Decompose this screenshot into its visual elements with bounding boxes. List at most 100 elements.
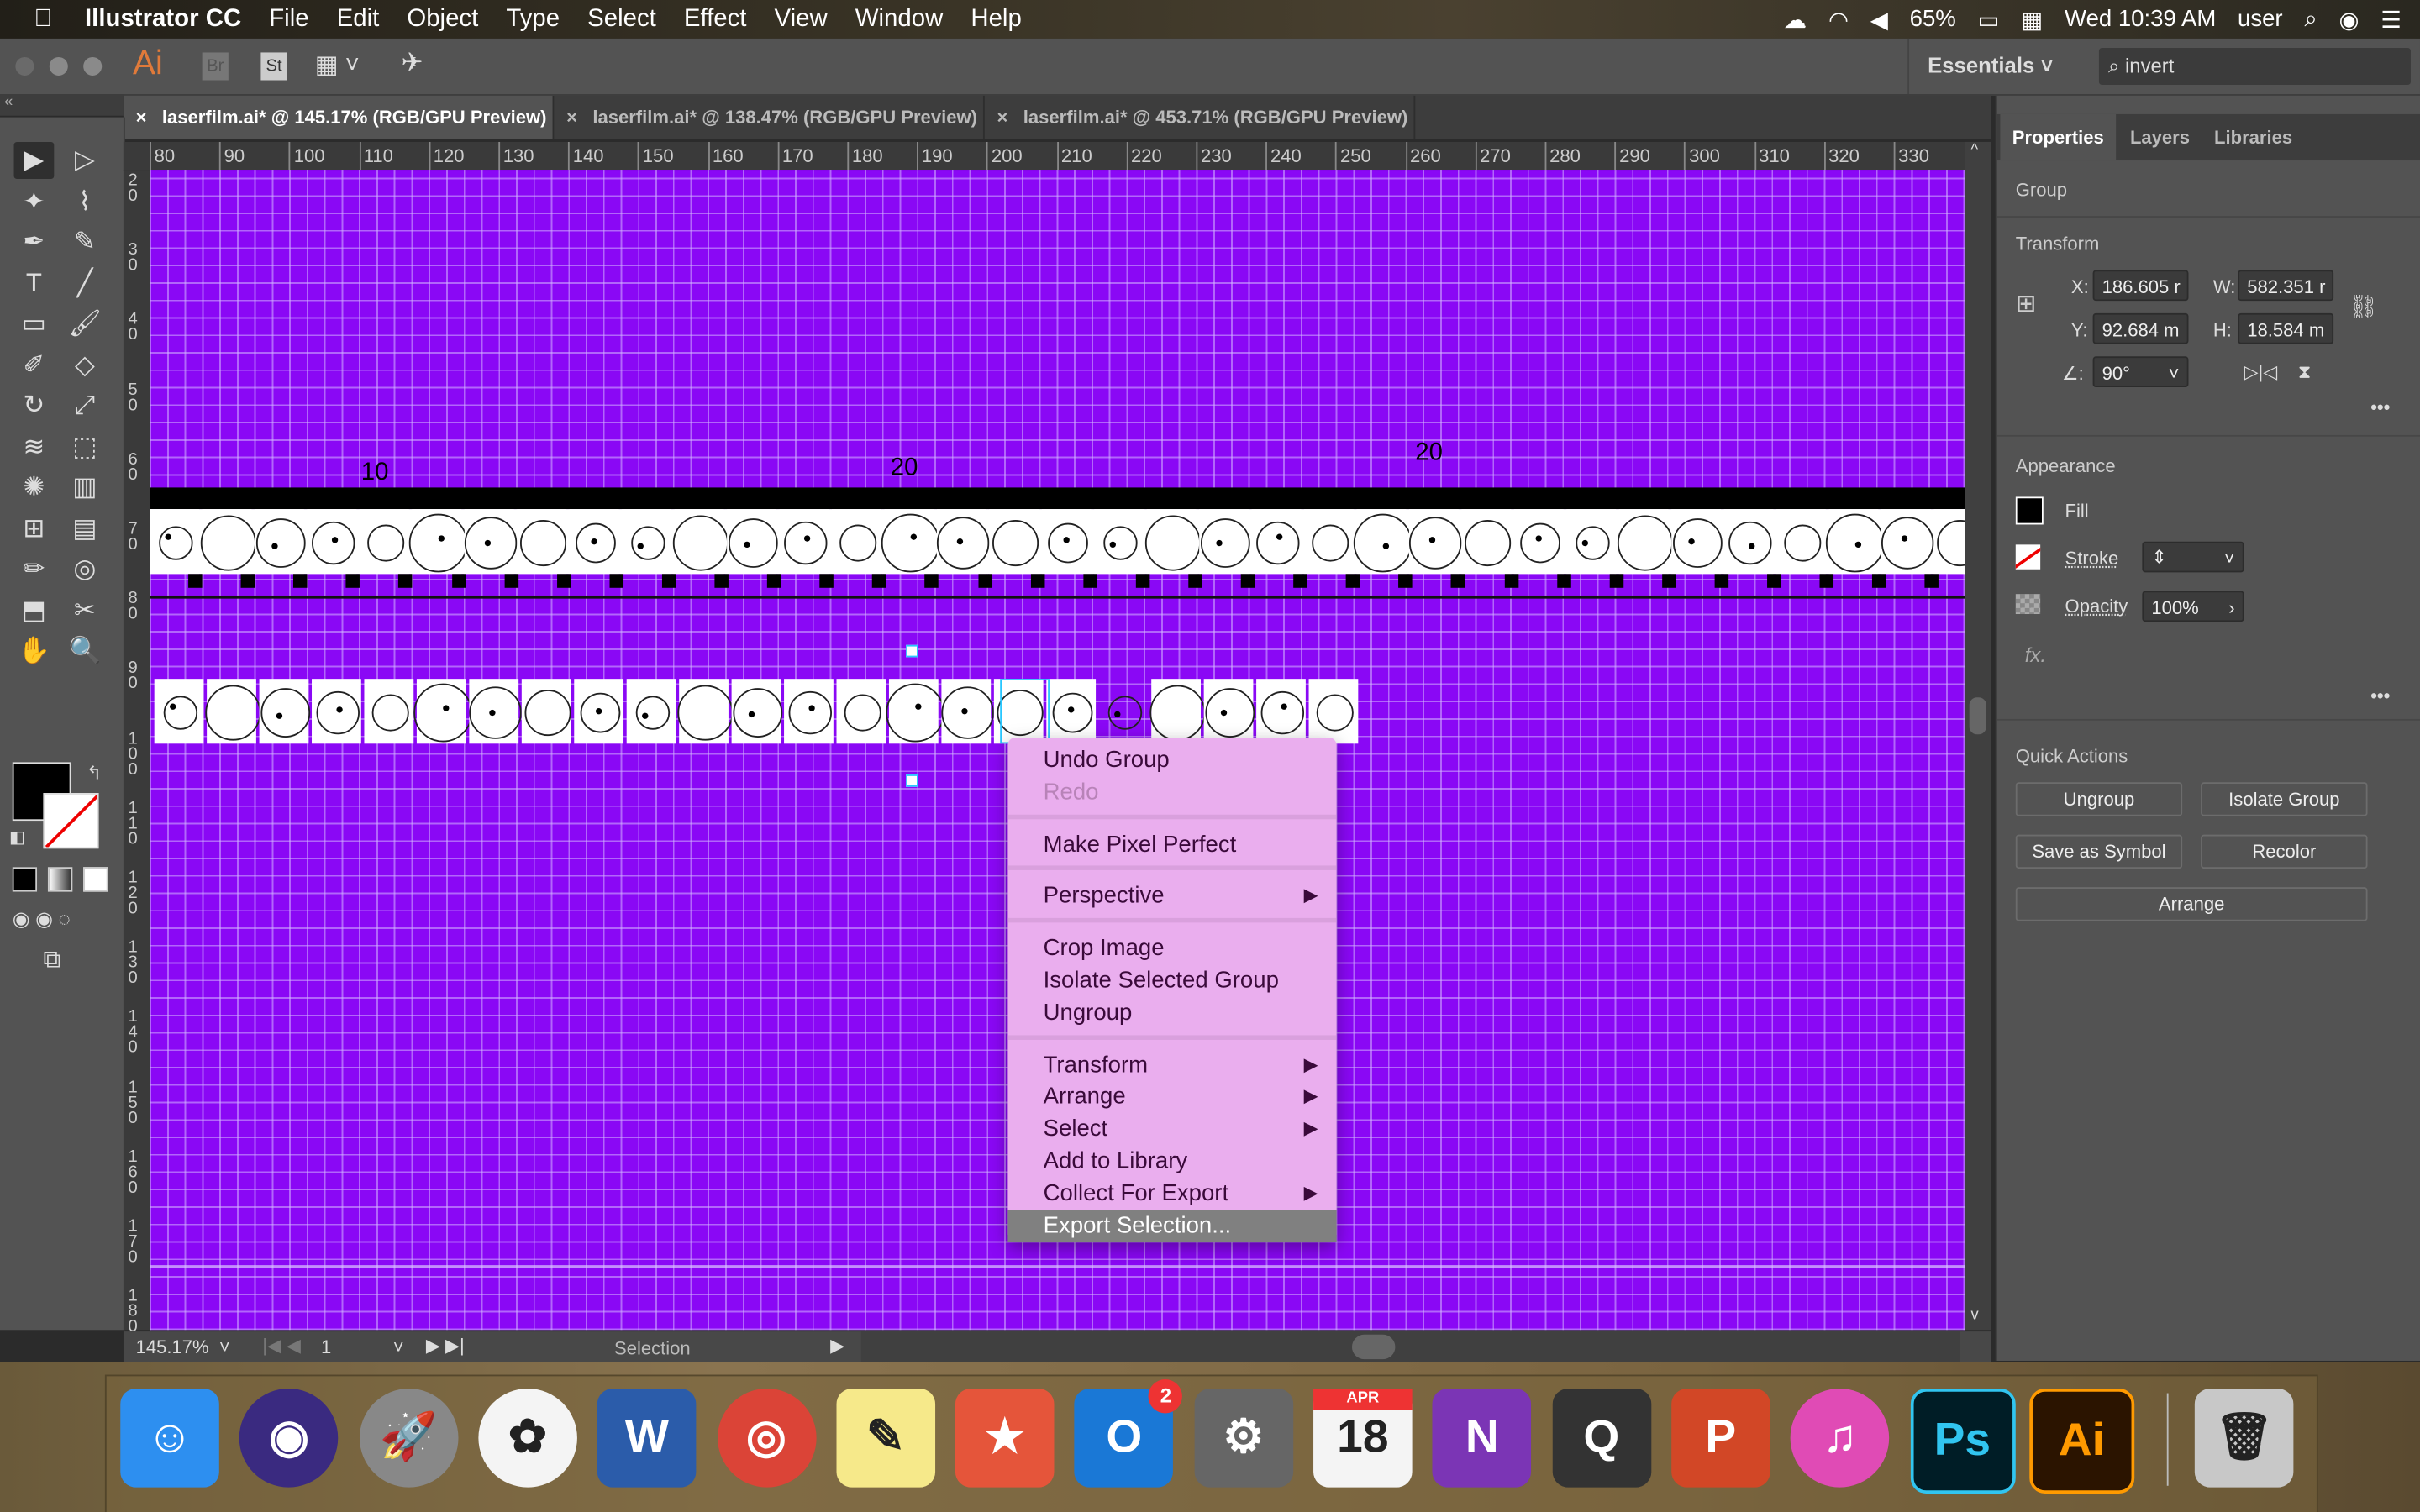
fill-color-swatch[interactable] [2015,496,2044,525]
selection-bounding-box[interactable] [1000,679,1050,744]
film-frame[interactable] [259,679,311,744]
film-frame[interactable] [1933,509,1965,575]
dock-finder-icon[interactable]: ☺ [120,1389,219,1488]
menu-item-arrange[interactable]: Arrange ▶ [1007,1080,1336,1113]
scroll-up-icon[interactable]: ^ [1971,142,1979,159]
width-field[interactable]: 582.351 r [2238,270,2334,302]
dock-stickies-icon[interactable]: ✎ [836,1389,935,1488]
battery-percent[interactable]: 65% [1910,6,1956,32]
film-frame[interactable] [831,509,881,575]
menu-view[interactable]: View [775,5,828,33]
stroke-swatch[interactable] [43,793,99,849]
scroll-thumb[interactable] [1351,1334,1396,1360]
menu-type[interactable]: Type [506,5,560,33]
selection-tool-icon[interactable]: ▶ [13,141,55,180]
film-frame[interactable] [312,679,361,744]
dock-outlook-icon[interactable]: O2 [1075,1379,1183,1488]
film-frame[interactable] [364,679,414,744]
menu-item-add-to-library[interactable]: Add to Library [1007,1145,1336,1178]
x-field[interactable]: 186.605 r [2092,270,2189,302]
next-artboard-button[interactable]: ▶ ▶| [426,1335,465,1357]
document-tab[interactable]: × laserfilm.ai* @ 453.71% (RGB/GPU Previe… [985,95,1416,139]
film-frame[interactable] [779,509,829,575]
selection-handle[interactable] [906,774,918,787]
film-frame[interactable] [1308,679,1359,744]
menu-object[interactable]: Object [407,5,478,33]
document-tab[interactable]: × laserfilm.ai* @ 145.17% (RGB/GPU Previe… [123,95,555,139]
menu-file[interactable]: File [269,5,308,33]
curvature-tool-icon[interactable]: ✎ [65,223,105,260]
film-frame[interactable] [1304,509,1354,575]
film-frame[interactable] [408,509,468,575]
dock-quicktime-icon[interactable]: Q [1552,1389,1651,1488]
dock-photoshop-icon[interactable]: Ps [1909,1389,2015,1494]
menu-select[interactable]: Select [587,5,656,33]
film-frame[interactable] [307,509,357,575]
horizontal-scrollbar[interactable] [860,1331,1960,1362]
artboard-number-select[interactable]: 1 ˅ [321,1336,404,1358]
film-frame[interactable] [413,679,473,744]
free-transform-tool-icon[interactable]: ⬚ [65,428,105,465]
film-frame[interactable] [936,509,990,575]
menu-item-transform[interactable]: Transform ▶ [1007,1048,1336,1081]
eyedropper-tool-icon[interactable]: ✏ [14,551,55,588]
direct-selection-tool-icon[interactable]: ▷ [65,142,105,179]
film-frame[interactable] [1199,509,1250,575]
menu-item-crop-image[interactable]: Crop Image [1007,932,1336,965]
film-frame[interactable] [1776,509,1826,575]
menu-item-perspective[interactable]: Perspective ▶ [1007,880,1336,913]
stock-button[interactable]: St [260,52,287,81]
dock-itunes-icon[interactable]: ♫ [1790,1389,1890,1488]
dock-illustrator-icon[interactable]: Ai [2028,1389,2134,1494]
film-frame[interactable] [1617,509,1674,575]
film-strip-row[interactable] [150,509,1965,575]
film-frame[interactable] [1881,509,1934,575]
film-frame[interactable] [1144,509,1201,575]
magic-wand-tool-icon[interactable]: ✦ [14,183,55,220]
rectangle-tool-icon[interactable]: ▭ [14,306,55,343]
artboard-tool-icon[interactable]: ⬒ [14,591,55,628]
none-mode-button[interactable] [83,867,108,892]
dock-launchpad-icon[interactable]: 🚀 [359,1389,458,1488]
dock-siri-icon[interactable]: ◉ [239,1389,339,1488]
stroke-color-swatch[interactable] [2015,544,2041,570]
film-frame[interactable] [1513,509,1564,575]
film-frame[interactable] [881,509,940,575]
flip-vertical-icon[interactable]: ⧗ [2298,361,2311,385]
film-frame[interactable] [464,509,518,575]
close-window-button[interactable] [15,56,34,76]
chevron-down-icon[interactable]: ˅ [2224,543,2235,571]
opacity-field[interactable]: 100% › [2142,591,2244,622]
film-frame[interactable] [1203,679,1255,744]
dock-calendar-icon[interactable]: 18 APR [1313,1389,1413,1488]
eraser-tool-icon[interactable]: ◇ [65,346,105,383]
film-frame[interactable] [1150,679,1206,744]
film-frame[interactable] [672,509,729,575]
ruler-origin[interactable] [123,141,150,171]
column-graph-tool-icon[interactable]: ▥ [65,469,105,506]
film-frame[interactable] [622,509,671,575]
stroke-weight-field[interactable]: ⇕ ˅ [2142,541,2244,573]
swap-fill-stroke-icon[interactable]: ↰ [87,762,102,784]
close-tab-icon[interactable]: × [566,107,577,129]
chevron-down-icon[interactable]: ˅ [2169,358,2180,386]
menu-item-export-selection[interactable]: Export Selection... [1007,1209,1337,1242]
film-frame[interactable] [517,509,567,575]
menu-item-isolate-selected-group[interactable]: Isolate Selected Group [1007,964,1336,997]
search-help-input[interactable]: ⌕ invert [2098,47,2411,86]
menu-effect[interactable]: Effect [684,5,747,33]
line-tool-icon[interactable]: ╱ [65,265,105,302]
creative-cloud-icon[interactable]: ☁ [1784,5,1807,33]
rotate-angle-field[interactable]: 90° ˅ [2092,356,2189,388]
film-frame[interactable] [1825,509,1885,575]
film-frame[interactable] [941,679,994,744]
wifi-icon[interactable]: ◠ [1828,5,1849,33]
zoom-tool-icon[interactable]: 🔍 [65,633,105,669]
hand-tool-icon[interactable]: ✋ [14,633,55,669]
stepper-icon[interactable]: ⇕ [2151,543,2166,571]
mesh-tool-icon[interactable]: ⊞ [14,510,55,547]
type-tool-icon[interactable]: T [14,265,55,302]
lasso-tool-icon[interactable]: ⌇ [65,183,105,220]
menu-item-select[interactable]: Select ▶ [1007,1113,1336,1146]
more-options-icon[interactable]: ••• [2370,396,2390,418]
